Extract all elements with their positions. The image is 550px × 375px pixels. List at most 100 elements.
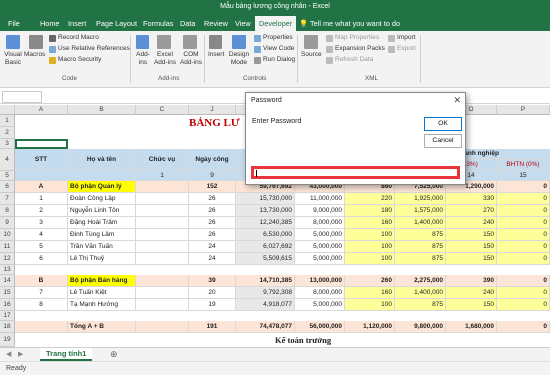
- column-header-p[interactable]: P: [497, 105, 550, 115]
- column-header-a[interactable]: A: [15, 105, 68, 115]
- row-header[interactable]: 1: [0, 115, 15, 127]
- employee-position: [136, 299, 189, 311]
- employee-value-m: 1,400,000: [395, 287, 446, 299]
- properties-button[interactable]: Properties: [263, 34, 293, 41]
- scroll-left-icon[interactable]: ◀: [6, 350, 11, 358]
- column-header-c[interactable]: C: [136, 105, 189, 115]
- row-header[interactable]: 10: [0, 229, 15, 241]
- tab-view[interactable]: View: [235, 16, 251, 31]
- employee-value-k: 5,000,000: [295, 229, 345, 241]
- design-mode-button[interactable]: Design Mode: [228, 51, 250, 67]
- section-code: A: [15, 181, 68, 193]
- employee-value-m: 875: [395, 253, 446, 265]
- employee-value-k: 5,000,000: [295, 253, 345, 265]
- employee-name: Trần Văn Tuấn: [68, 241, 136, 253]
- row-header[interactable]: 14: [0, 275, 15, 287]
- cancel-button[interactable]: Cancel: [424, 134, 462, 148]
- excel-add-ins-button[interactable]: Excel Add-ins: [153, 51, 177, 67]
- tell-me-text: Tell me what you want to do: [310, 19, 401, 28]
- tab-formulas[interactable]: Formulas: [143, 16, 173, 31]
- properties-icon: [254, 35, 261, 42]
- row-header[interactable]: 5: [0, 171, 15, 181]
- macros-button[interactable]: Macros: [24, 51, 45, 58]
- row-header[interactable]: 12: [0, 253, 15, 265]
- text-cursor: [256, 170, 257, 177]
- separator: [130, 35, 131, 83]
- row-header[interactable]: 17: [0, 311, 15, 321]
- ok-button[interactable]: OK: [424, 117, 462, 131]
- section-value-k: 13,000,000: [295, 275, 345, 287]
- map-properties-button[interactable]: Map Properties: [335, 34, 379, 41]
- row-header[interactable]: 4: [0, 149, 15, 171]
- employee-value-l: 180: [345, 205, 395, 217]
- total-days: 191: [189, 321, 236, 333]
- xml-source-button[interactable]: Source: [301, 51, 322, 58]
- row-header[interactable]: 15: [0, 287, 15, 299]
- sheet-tab-active[interactable]: Trang tính1: [40, 348, 93, 361]
- section-value-n: 390: [446, 275, 497, 287]
- employee-value-k: 5,000,000: [295, 299, 345, 311]
- row-header[interactable]: 7: [0, 193, 15, 205]
- section-label: Bộ phận Quản lý: [68, 181, 136, 193]
- total-value-m: 9,800,000: [395, 321, 446, 333]
- tab-review[interactable]: Review: [204, 16, 228, 31]
- row-header[interactable]: 8: [0, 205, 15, 217]
- row-header[interactable]: 9: [0, 217, 15, 229]
- scroll-right-icon[interactable]: ▶: [18, 350, 23, 358]
- row-header[interactable]: 19: [0, 333, 15, 347]
- run-dialog-button[interactable]: Run Dialog: [263, 56, 295, 63]
- tab-home[interactable]: Home: [40, 16, 59, 31]
- expansion-packs-button[interactable]: Expansion Packs: [335, 45, 385, 52]
- header-name: Họ và tên: [68, 149, 136, 171]
- relative-references-button[interactable]: Use Relative References: [58, 45, 130, 52]
- row-header[interactable]: 13: [0, 265, 15, 275]
- row-header[interactable]: 18: [0, 321, 15, 333]
- macro-security-button[interactable]: Macro Security: [58, 56, 101, 63]
- row-header[interactable]: 16: [0, 299, 15, 311]
- column-header-b[interactable]: B: [68, 105, 136, 115]
- employee-position: [136, 241, 189, 253]
- password-input[interactable]: [251, 166, 460, 179]
- employee-value-k: 9,000,000: [295, 205, 345, 217]
- insert-control-icon: [209, 35, 222, 49]
- warning-icon: [49, 57, 56, 64]
- row-header[interactable]: 11: [0, 241, 15, 253]
- tab-file[interactable]: File: [8, 16, 20, 31]
- add-sheet-icon[interactable]: ⊕: [110, 349, 118, 360]
- import-button[interactable]: Import: [397, 34, 415, 41]
- column-header-j[interactable]: J: [189, 105, 236, 115]
- close-icon[interactable]: ✕: [453, 95, 461, 106]
- employee-stt: 5: [15, 241, 68, 253]
- employee-value-m: 875: [395, 241, 446, 253]
- select-all-corner[interactable]: [0, 105, 15, 115]
- employee-value-m: 875: [395, 299, 446, 311]
- insert-control-button[interactable]: Insert: [208, 51, 224, 58]
- tab-page-layout[interactable]: Page Layout: [96, 16, 137, 31]
- employee-position: [136, 253, 189, 265]
- export-button[interactable]: Export: [397, 45, 416, 52]
- employee-value-l: 160: [345, 287, 395, 299]
- row-header[interactable]: 3: [0, 139, 15, 149]
- row-header[interactable]: 2: [0, 127, 15, 139]
- employee-value-p: 0: [497, 193, 550, 205]
- row-header[interactable]: 6: [0, 181, 15, 193]
- ribbon-tabs: File Home Insert Page Layout Formulas Da…: [0, 16, 550, 31]
- com-add-ins-button[interactable]: COM Add-ins: [179, 51, 203, 67]
- tell-me-search[interactable]: 💡 Tell me what you want to do: [299, 16, 400, 31]
- tab-insert[interactable]: Insert: [68, 16, 86, 31]
- active-cell[interactable]: [15, 139, 68, 149]
- employee-value-n: 330: [446, 193, 497, 205]
- group-label-code: Code: [62, 75, 78, 82]
- section-code: B: [15, 275, 68, 287]
- header-position: Chức vụ: [136, 149, 189, 171]
- tab-developer[interactable]: Developer: [255, 16, 297, 31]
- employee-stt: 6: [15, 253, 68, 265]
- add-ins-button[interactable]: Add-ins: [134, 51, 152, 67]
- refresh-data-button[interactable]: Refresh Data: [335, 56, 373, 63]
- record-macro-button[interactable]: Record Macro: [58, 34, 99, 41]
- view-code-button[interactable]: View Code: [263, 45, 294, 52]
- employee-value-j: 12,240,385: [236, 217, 295, 229]
- tab-data[interactable]: Data: [180, 16, 195, 31]
- visual-basic-button[interactable]: Visual Basic: [2, 51, 24, 67]
- name-box[interactable]: [2, 91, 42, 103]
